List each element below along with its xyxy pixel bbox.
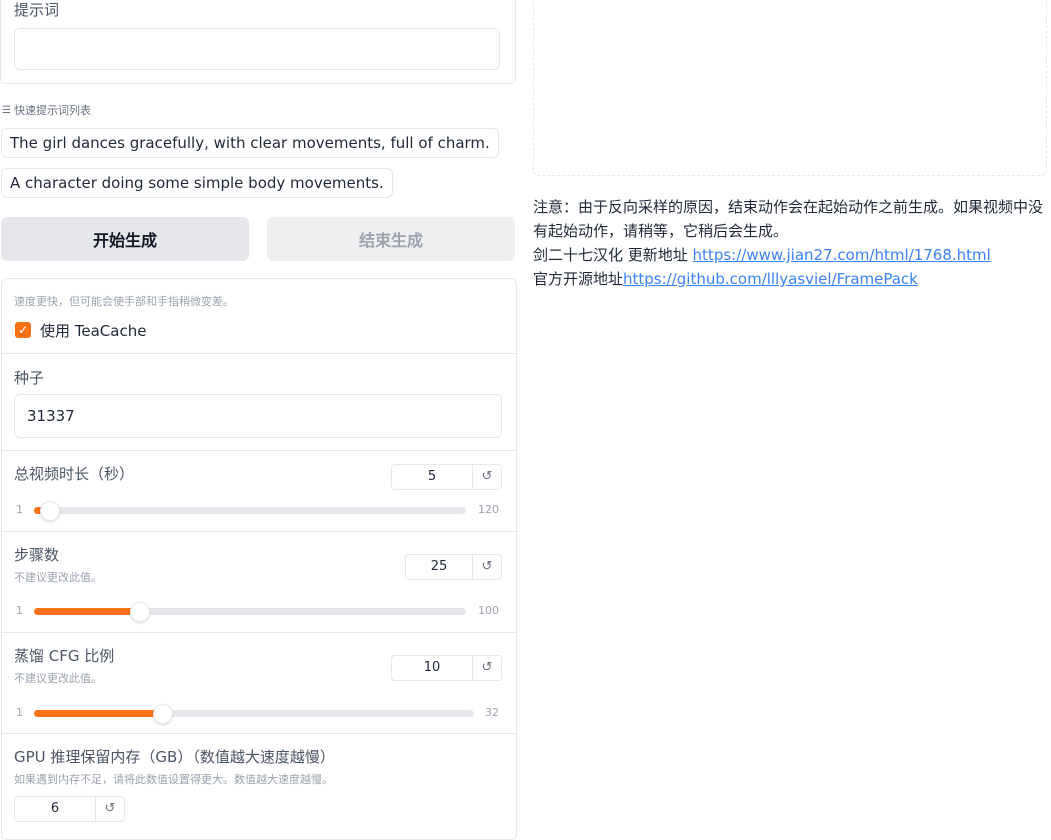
steps-info: 不建议更改此值。 <box>14 571 102 584</box>
duration-max: 120 <box>478 503 499 516</box>
quick-prompts-label: 快速提示词列表 <box>13 104 91 117</box>
steps-number-field: 25 ↺ <box>405 554 502 580</box>
cfg-block: 蒸馏 CFG 比例 不建议更改此值。 10 ↺ 1 32 <box>2 632 516 734</box>
steps-reset-icon[interactable]: ↺ <box>473 555 501 579</box>
steps-min: 1 <box>16 604 23 617</box>
quick-prompts-header: ☰ 快速提示词列表 <box>2 102 91 118</box>
duration-number-input[interactable]: 5 <box>392 465 473 489</box>
gpu-reset-icon[interactable]: ↺ <box>96 797 124 821</box>
cfg-slider-thumb[interactable] <box>152 704 173 724</box>
teacache-info: 速度更快，但可能会使手部和手指稍微变差。 <box>14 295 234 308</box>
teacache-block: 速度更快，但可能会使手部和手指稍微变差。 ✓ 使用 TeaCache <box>2 279 516 354</box>
steps-label: 步骤数 <box>14 546 60 564</box>
steps-slider-fill <box>34 608 139 615</box>
steps-number-input[interactable]: 25 <box>406 555 473 579</box>
cfg-min: 1 <box>16 706 23 719</box>
gpu-label: GPU 推理保留内存（GB）（数值越大速度越慢） <box>14 748 335 766</box>
duration-label: 总视频时长（秒） <box>14 465 135 483</box>
official-repo-label: 官方开源地址 <box>533 270 624 288</box>
quick-prompt-item-1[interactable]: The girl dances gracefully, with clear m… <box>1 128 499 158</box>
settings-panel: 速度更快，但可能会使手部和手指稍微变差。 ✓ 使用 TeaCache 种子 31… <box>1 278 517 840</box>
update-address-label: 剑二十七汉化 更新地址 <box>533 246 693 264</box>
duration-reset-icon[interactable]: ↺ <box>473 465 501 489</box>
seed-block: 种子 31337 <box>2 353 516 451</box>
cfg-number-input[interactable]: 10 <box>392 656 473 680</box>
teacache-checkbox[interactable]: ✓ <box>15 322 31 338</box>
note-line-1: 注意：由于反向采样的原因，结束动作会在起始动作之前生成。如果视频中没有起始动作，… <box>533 198 1044 240</box>
teacache-label[interactable]: 使用 TeaCache <box>40 320 146 341</box>
note-text: 注意：由于反向采样的原因，结束动作会在起始动作之前生成。如果视频中没有起始动作，… <box>533 195 1048 291</box>
cfg-slider-track[interactable] <box>34 704 474 724</box>
update-address-link[interactable]: https://www.jian27.com/html/1768.html <box>693 246 991 264</box>
steps-slider-thumb[interactable] <box>129 602 150 622</box>
steps-block: 步骤数 不建议更改此值。 25 ↺ 1 100 <box>2 531 516 633</box>
steps-max: 100 <box>478 604 499 617</box>
gpu-info: 如果遇到内存不足，请将此数值设置得更大。数值越大速度越慢。 <box>14 773 333 786</box>
seed-input[interactable]: 31337 <box>14 394 502 438</box>
cfg-label: 蒸馏 CFG 比例 <box>14 647 115 665</box>
note-line-2: 剑二十七汉化 更新地址 https://www.jian27.com/html/… <box>533 243 1048 267</box>
start-generation-button[interactable]: 开始生成 <box>1 217 249 261</box>
cfg-slider-fill <box>34 710 162 717</box>
seed-label: 种子 <box>14 369 45 387</box>
cfg-number-field: 10 ↺ <box>391 655 502 681</box>
end-generation-button[interactable]: 结束生成 <box>267 217 515 261</box>
note-line-3: 官方开源地址https://github.com/lllyasviel/Fram… <box>533 267 1048 291</box>
duration-slider-thumb[interactable] <box>39 501 60 521</box>
cfg-info: 不建议更改此值。 <box>14 672 102 685</box>
prompt-input[interactable] <box>14 28 500 70</box>
quick-prompt-item-2[interactable]: A character doing some simple body movem… <box>1 168 393 198</box>
duration-number-field: 5 ↺ <box>391 464 502 490</box>
gpu-block: GPU 推理保留内存（GB）（数值越大速度越慢） 如果遇到内存不足，请将此数值设… <box>2 733 516 839</box>
official-repo-link[interactable]: https://github.com/lllyasviel/FramePack <box>623 270 918 288</box>
prompt-block: 提示词 <box>0 0 516 84</box>
duration-slider-track[interactable] <box>34 501 466 521</box>
steps-slider-track[interactable] <box>34 602 466 622</box>
cfg-max: 32 <box>485 706 499 719</box>
list-icon: ☰ <box>2 104 11 116</box>
duration-block: 总视频时长（秒） 5 ↺ 1 120 <box>2 450 516 532</box>
video-preview <box>533 0 1047 176</box>
duration-min: 1 <box>16 503 23 516</box>
gpu-number-field: 6 ↺ <box>14 796 125 822</box>
cfg-reset-icon[interactable]: ↺ <box>473 656 501 680</box>
gpu-number-input[interactable]: 6 <box>15 797 96 821</box>
prompt-label: 提示词 <box>14 1 60 19</box>
